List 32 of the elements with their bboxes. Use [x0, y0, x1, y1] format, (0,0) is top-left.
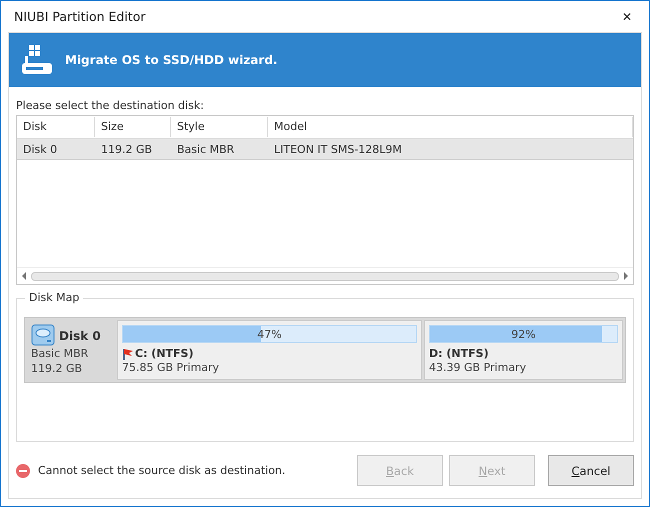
scrollbar-thumb[interactable] [31, 272, 619, 280]
scroll-left-icon[interactable] [21, 272, 27, 280]
close-button[interactable]: ✕ [605, 2, 649, 32]
column-header[interactable]: Model [268, 117, 633, 137]
disk-style: Basic MBR [31, 347, 90, 362]
table-row[interactable]: Disk 0 119.2 GB Basic MBR LITEON IT SMS-128L9M [17, 139, 633, 160]
partition-block[interactable]: 92% D: (NTFS) 43.39 GB Primary [424, 320, 623, 380]
usage-percent: 92% [511, 328, 536, 340]
window-title: NIUBI Partition Editor [14, 9, 146, 24]
usage-percent: 47% [257, 328, 282, 340]
cancel-button[interactable]: Cancel [548, 455, 634, 486]
partition-detail: 43.39 GB Primary [429, 361, 528, 374]
column-header[interactable]: Style [171, 117, 268, 137]
wizard-title: Migrate OS to SSD/HDD wizard. [65, 53, 278, 67]
column-header[interactable]: Disk [17, 117, 95, 137]
table-cell-text: Disk 0 [22, 142, 58, 156]
partition-detail: 75.85 GB Primary [122, 361, 220, 374]
error-icon [16, 464, 30, 478]
table-cell-text: 119.2 GB [100, 142, 154, 156]
status-message: Cannot select the source disk as destination. [38, 464, 286, 477]
partition-label: C: (NTFS) [135, 347, 194, 360]
partition-label: D: (NTFS) [429, 347, 489, 360]
table-cell-text: Basic MBR [176, 142, 236, 156]
prompt-label: Please select the destination disk: [16, 99, 205, 112]
table-cell-text: LITEON IT SMS-128L9M [273, 142, 403, 156]
disk-name: Disk 0 [59, 328, 102, 343]
disk-size: 119.2 GB [31, 362, 84, 376]
scroll-right-icon[interactable] [623, 272, 629, 280]
column-header[interactable]: Size [95, 117, 171, 137]
drive-icon [21, 45, 53, 75]
group-title: Disk Map [25, 291, 84, 304]
partition-block[interactable]: 47% C: (NTFS) 75.85 GB Primary [117, 320, 422, 380]
